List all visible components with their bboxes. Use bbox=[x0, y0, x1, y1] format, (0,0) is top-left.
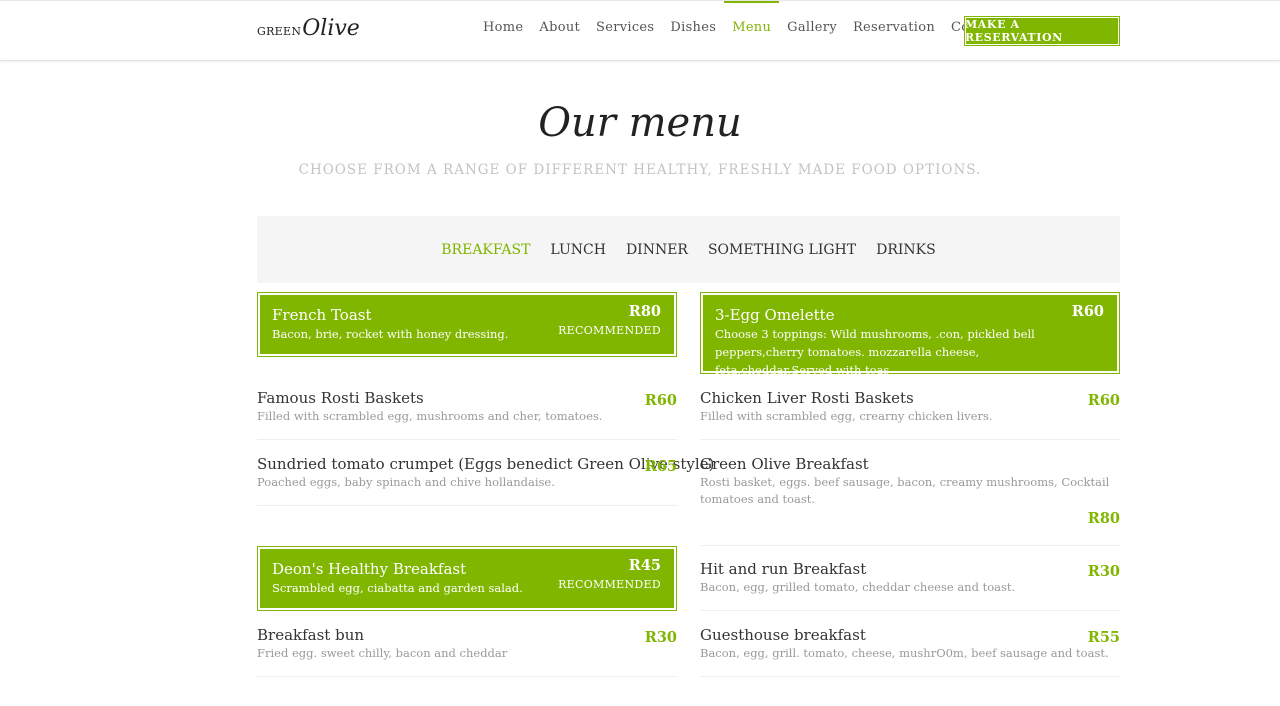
menu-item-price: R60 bbox=[1071, 303, 1104, 320]
menu-item-desc: Poached eggs, baby spinach and chive hol… bbox=[257, 475, 555, 489]
section-title: Our menu bbox=[538, 100, 742, 146]
recommended-badge: RECOMMENDED bbox=[558, 324, 661, 337]
menu-item-name: Guesthouse breakfast bbox=[700, 626, 866, 644]
menu-item-name: French Toast bbox=[272, 306, 372, 324]
tab-dinner[interactable]: DINNER bbox=[626, 242, 688, 258]
nav-reservation[interactable]: Reservation bbox=[845, 1, 943, 59]
menu-item-price: R30 bbox=[644, 629, 677, 646]
logo-word-olive: Olive bbox=[302, 15, 360, 41]
menu-item-desc: Filled with scrambled egg, mushrooms and… bbox=[257, 409, 603, 423]
menu-item-name: Chicken Liver Rosti Baskets bbox=[700, 389, 914, 407]
menu-item: Green Olive Breakfast Rosti basket, eggs… bbox=[700, 455, 1120, 546]
menu-item-name: Famous Rosti Baskets bbox=[257, 389, 424, 407]
menu-item-price: R80 bbox=[1087, 510, 1120, 527]
recommended-badge: RECOMMENDED bbox=[558, 578, 661, 591]
menu-item: Sundried tomato crumpet (Eggs benedict G… bbox=[257, 455, 715, 506]
menu-item: Chicken Liver Rosti Baskets Filled with … bbox=[700, 389, 1120, 440]
nav-gallery[interactable]: Gallery bbox=[779, 1, 845, 59]
menu-item-price: R45 bbox=[628, 557, 661, 574]
menu-item-name: Deon's Healthy Breakfast bbox=[272, 560, 467, 578]
menu-item: Guesthouse breakfast Bacon, egg, grill. … bbox=[700, 626, 1120, 677]
site-header: GREEN Olive Home About Services Dishes M… bbox=[0, 0, 1280, 61]
make-reservation-button[interactable]: MAKE A RESERVATION bbox=[964, 16, 1120, 46]
main-nav: Home About Services Dishes Menu Gallery … bbox=[475, 1, 1013, 60]
menu-item: Hit and run Breakfast Bacon, egg, grille… bbox=[700, 560, 1120, 611]
tab-breakfast[interactable]: BREAKFAST bbox=[441, 242, 530, 258]
nav-menu[interactable]: Menu bbox=[724, 1, 780, 59]
nav-about[interactable]: About bbox=[531, 1, 588, 59]
menu-item: Breakfast bun Fried egg. sweet chilly, b… bbox=[257, 626, 677, 677]
menu-item-name: 3-Egg Omelette bbox=[715, 306, 835, 324]
menu-item-price: R80 bbox=[628, 303, 661, 320]
menu-item-desc: Fried egg. sweet chilly, bacon and chedd… bbox=[257, 646, 508, 660]
menu-item: Famous Rosti Baskets Filled with scrambl… bbox=[257, 389, 677, 440]
section-subtitle: CHOOSE FROM A RANGE OF DIFFERENT HEALTHY… bbox=[298, 162, 982, 178]
menu-item-desc: Bacon, egg, grill. tomato, cheese, mushr… bbox=[700, 646, 1109, 660]
menu-item-name: Hit and run Breakfast bbox=[700, 560, 867, 578]
menu-item-price: R60 bbox=[644, 392, 677, 409]
menu-item-featured: 3-Egg Omelette Choose 3 toppings: Wild m… bbox=[700, 292, 1120, 377]
logo-word-green: GREEN bbox=[257, 24, 302, 38]
menu-item-desc: Choose 3 toppings: Wild mushrooms, .con,… bbox=[715, 327, 1035, 377]
menu-item-name: Breakfast bun bbox=[257, 626, 365, 644]
menu-item-desc: Bacon, egg, grilled tomato, cheddar chee… bbox=[700, 580, 1016, 594]
menu-item-price: R55 bbox=[1087, 629, 1120, 646]
menu-item-price: R65 bbox=[644, 458, 677, 475]
tab-something-light[interactable]: SOMETHING LIGHT bbox=[708, 242, 856, 258]
site-logo[interactable]: GREEN Olive bbox=[257, 14, 360, 42]
tab-lunch[interactable]: LUNCH bbox=[550, 242, 606, 258]
menu-item-price: R30 bbox=[1087, 563, 1120, 580]
nav-home[interactable]: Home bbox=[475, 1, 531, 59]
tab-drinks[interactable]: DRINKS bbox=[876, 242, 936, 258]
nav-services[interactable]: Services bbox=[588, 1, 662, 59]
menu-item-desc: Filled with scrambled egg, crearny chick… bbox=[700, 409, 993, 423]
menu-item-featured: French Toast Bacon, brie, rocket with ho… bbox=[257, 292, 677, 357]
nav-dishes[interactable]: Dishes bbox=[662, 1, 724, 59]
menu-item-name: Green Olive Breakfast bbox=[700, 455, 869, 473]
menu-item-featured: Deon's Healthy Breakfast Scrambled egg, … bbox=[257, 546, 677, 611]
menu-item-name: Sundried tomato crumpet (Eggs benedict G… bbox=[257, 455, 715, 473]
menu-item-desc: Rosti basket, eggs. beef sausage, bacon,… bbox=[700, 475, 1110, 506]
menu-item-price: R60 bbox=[1087, 392, 1120, 409]
menu-tabs: BREAKFAST LUNCH DINNER SOMETHING LIGHT D… bbox=[257, 216, 1120, 283]
